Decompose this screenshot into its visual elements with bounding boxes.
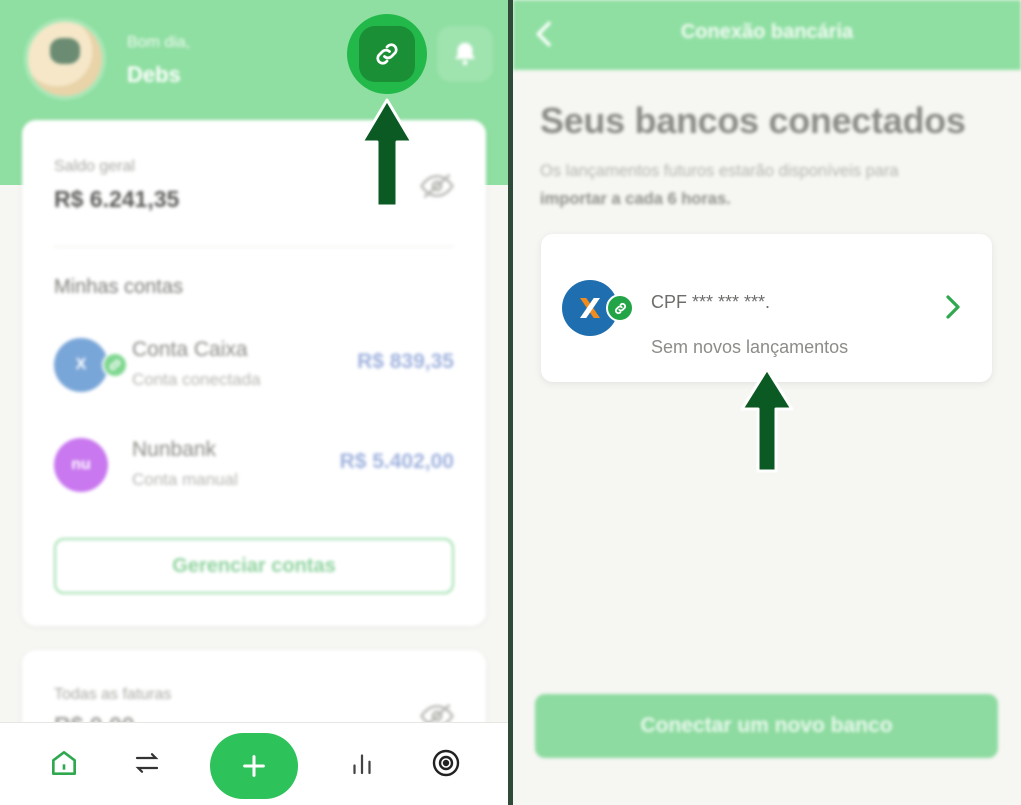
add-button[interactable]: [210, 733, 298, 799]
description-bold: importar a cada 6 horas.: [540, 190, 731, 208]
caixa-logo: X: [54, 338, 108, 392]
account-type: Conta conectada: [132, 370, 261, 389]
nubank-logo: nu: [54, 438, 108, 492]
account-balance: R$ 5.402,00: [339, 450, 454, 473]
description-text: Os lançamentos futuros estarão disponíve…: [540, 162, 899, 180]
nav-home[interactable]: [44, 743, 84, 783]
account-balance: R$ 839,35: [357, 350, 454, 373]
connected-badge: [606, 294, 634, 322]
plus-icon: [243, 755, 265, 777]
connected-bank-card[interactable]: CPF *** *** ***. Sem novos lançamentos: [541, 234, 992, 382]
eye-off-icon[interactable]: [420, 172, 454, 200]
chevron-right-icon[interactable]: [941, 292, 965, 322]
manage-accounts-button[interactable]: Gerenciar contas: [54, 538, 454, 594]
accounts-title: Minhas contas: [54, 276, 183, 298]
arrow-up-icon: [360, 98, 414, 208]
bank-status: Sem novos lançamentos: [651, 337, 849, 357]
avatar[interactable]: [24, 18, 106, 100]
balance-value: R$ 6.241,35: [54, 186, 180, 212]
arrow-up-icon: [740, 367, 794, 473]
nav-reports[interactable]: [342, 743, 382, 783]
account-name: Conta Caixa: [132, 338, 248, 361]
bank-identifier: CPF *** *** ***.: [651, 292, 771, 312]
divider: [54, 246, 454, 247]
balance-card: Saldo geral R$ 6.241,35 Minhas contas X …: [22, 120, 486, 626]
bank-connection-button-inner: [359, 26, 415, 82]
nav-transactions[interactable]: [127, 743, 167, 783]
nav-goals[interactable]: [426, 743, 466, 783]
user-name: Debs: [127, 62, 181, 87]
balance-label: Saldo geral: [54, 158, 135, 175]
connected-badge: [102, 352, 128, 378]
connect-new-bank-button[interactable]: Conectar um novo banco: [535, 694, 998, 758]
link-icon: [109, 359, 121, 371]
bank-connection-button[interactable]: [347, 14, 427, 94]
screen-title: Conexão bancária: [680, 21, 854, 43]
greeting: Bom dia,: [127, 34, 191, 51]
invoices-label: Todas as faturas: [54, 686, 172, 703]
account-type: Conta manual: [132, 470, 238, 489]
account-name: Nunbank: [132, 438, 217, 461]
bank-connection-screen: Conexão bancária Seus bancos conectados …: [513, 0, 1021, 805]
page-description: Os lançamentos futuros estarão disponíve…: [540, 157, 1000, 213]
caixa-x-icon: [580, 298, 600, 318]
bell-icon: [455, 42, 475, 66]
link-icon: [376, 43, 398, 65]
page-heading: Seus bancos conectados: [540, 100, 966, 141]
bottom-nav: [0, 722, 508, 805]
notifications-button[interactable]: [437, 26, 493, 82]
transfer-icon: [135, 753, 159, 773]
home-icon: [52, 751, 76, 775]
link-icon: [614, 302, 626, 314]
bank-connection-header: Conexão bancária: [513, 0, 1021, 70]
home-screen: Bom dia, Debs Saldo geral R$ 6.241,35 Mi…: [0, 0, 508, 805]
chart-icon: [353, 754, 371, 775]
target-icon: [432, 749, 460, 777]
